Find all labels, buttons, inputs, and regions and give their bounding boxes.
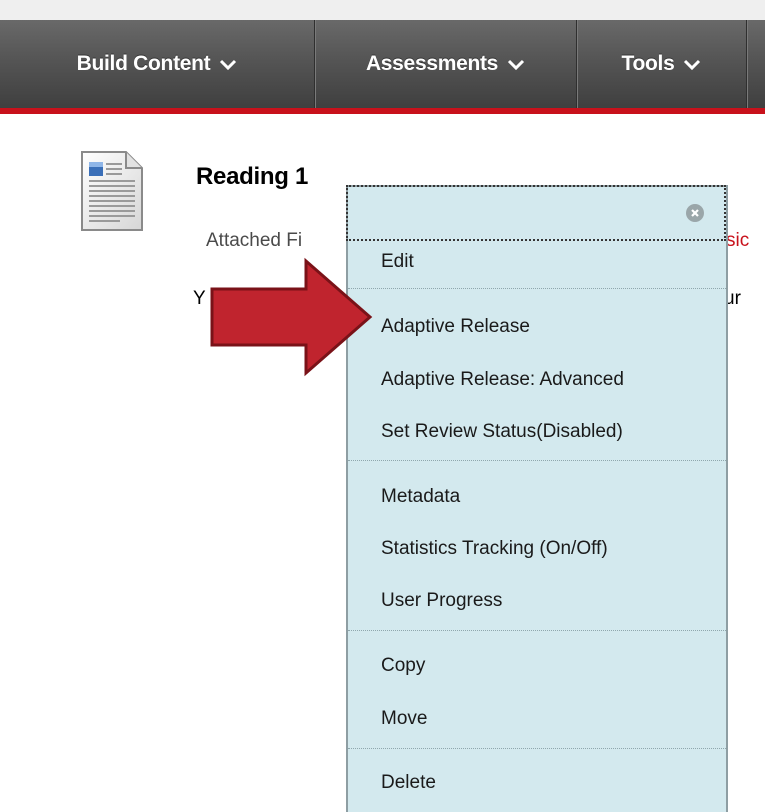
menu-item-adaptive-release-advanced[interactable]: Adaptive Release: Advanced (381, 369, 624, 391)
build-content-label: Build Content (76, 52, 211, 75)
attached-files-label: Attached Fi (206, 230, 303, 251)
menu-divider (348, 630, 726, 631)
menu-item-delete[interactable]: Delete (381, 772, 436, 794)
menu-item-move[interactable]: Move (381, 708, 427, 730)
menu-item-adaptive-release[interactable]: Adaptive Release (381, 316, 530, 338)
menu-item-user-progress[interactable]: User Progress (381, 590, 502, 612)
item-title[interactable]: Reading 1 (196, 163, 308, 191)
chevron-down-icon (684, 59, 701, 70)
menu-item-metadata[interactable]: Metadata (381, 486, 460, 508)
item-description: Y (193, 288, 206, 309)
menu-divider (348, 460, 726, 461)
top-strip (0, 0, 765, 20)
chevron-down-icon (508, 59, 525, 70)
menu-item-edit[interactable]: Edit (381, 251, 414, 273)
tools-menu-button[interactable]: Tools (577, 20, 746, 108)
assessments-label: Assessments (365, 52, 499, 75)
attached-file-link[interactable]: sic (726, 230, 749, 252)
menu-divider (348, 288, 726, 289)
tools-label: Tools (621, 52, 675, 75)
close-icon[interactable] (686, 204, 704, 222)
close-x-glyph (691, 209, 699, 217)
toolbar-separator (746, 20, 747, 108)
chevron-down-icon (220, 59, 237, 70)
menu-item-statistics-tracking[interactable]: Statistics Tracking (On/Off) (381, 538, 608, 560)
assessments-menu-button[interactable]: Assessments (315, 20, 576, 108)
content-toolbar: Build Content Assessments Tools (0, 20, 765, 114)
build-content-menu-button[interactable]: Build Content (0, 20, 314, 108)
menu-item-copy[interactable]: Copy (381, 655, 425, 677)
document-icon (81, 151, 143, 231)
menu-item-set-review-status[interactable]: Set Review Status(Disabled) (381, 421, 623, 443)
menu-divider (348, 748, 726, 749)
page: Build Content Assessments Tools Reading … (0, 0, 765, 812)
red-arrow (210, 257, 373, 377)
